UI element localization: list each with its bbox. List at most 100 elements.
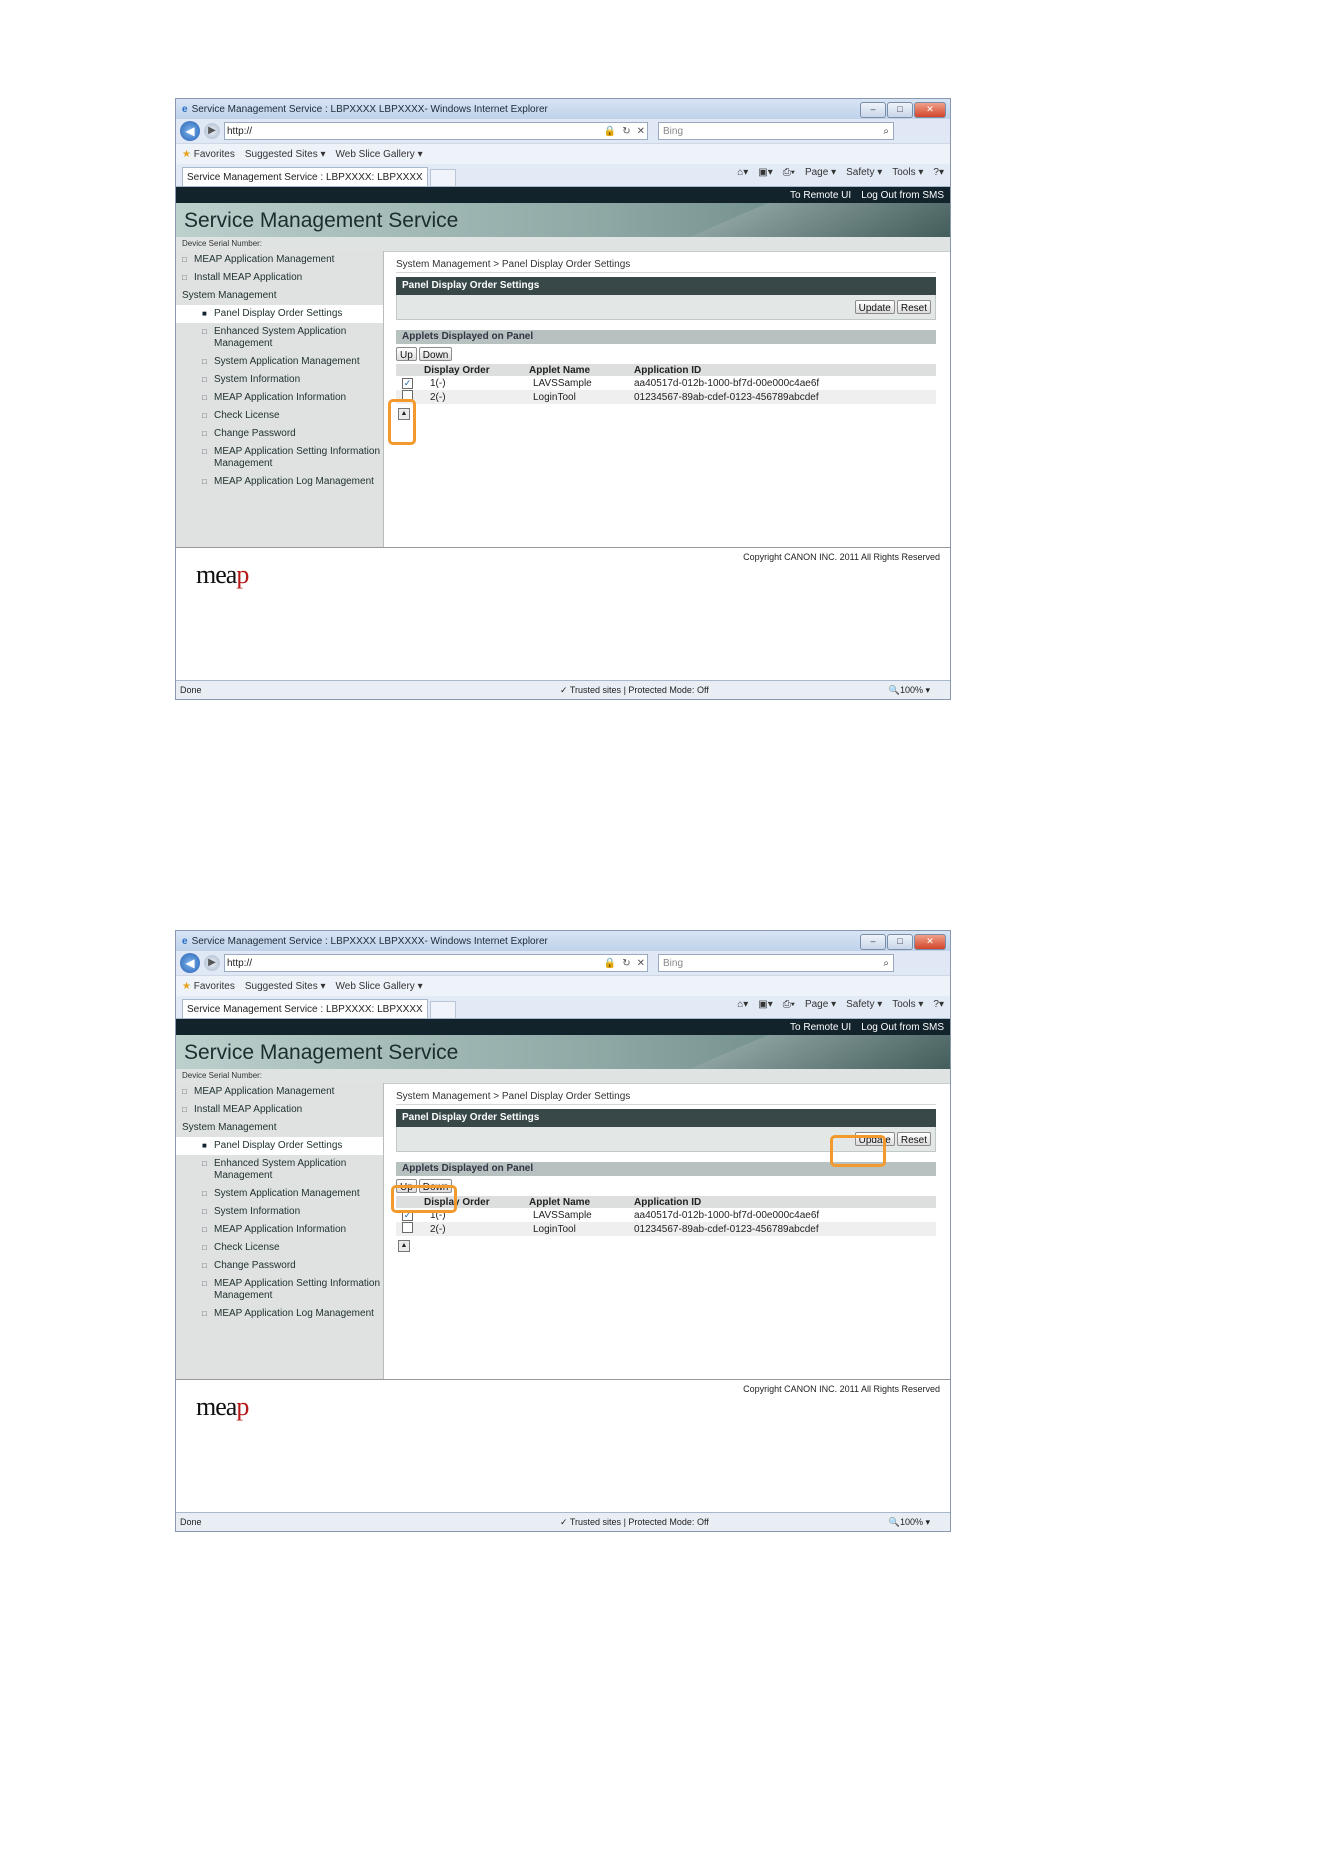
window-title: Service Management Service : LBPXXXX LBP… (191, 935, 548, 947)
favorites-label: Favorites (193, 980, 235, 992)
application-id-cell: 01234567-89ab-cdef-0123-456789abcdef (634, 390, 936, 404)
application-id-cell: 01234567-89ab-cdef-0123-456789abcdef (634, 1222, 936, 1236)
remote-ui-link[interactable]: To Remote UI (790, 190, 851, 201)
remote-ui-link[interactable]: To Remote UI (790, 1022, 851, 1033)
sidebar-item-change-password[interactable]: Change Password (176, 1257, 383, 1275)
row-checkbox[interactable] (402, 1222, 413, 1233)
sidebar-item-install-meap[interactable]: Install MEAP Application (176, 1101, 383, 1119)
help-icon[interactable]: ?▾ (933, 999, 944, 1010)
sidebar-item-log-management[interactable]: MEAP Application Log Management (176, 473, 383, 491)
sidebar-item-setting-info-management[interactable]: MEAP Application Setting Information Man… (176, 443, 383, 473)
sidebar-item-meap-app-management[interactable]: MEAP Application Management (176, 1083, 383, 1101)
table-row[interactable]: ✓ 1(-) LAVSSample aa40517d-012b-1000-bf7… (396, 376, 936, 390)
page-top-icon[interactable]: ▲ (398, 1240, 410, 1252)
favorites-button[interactable]: ★ Favorites (182, 149, 235, 160)
tools-menu[interactable]: Tools ▾ (892, 999, 923, 1010)
sidebar-item-panel-display-order[interactable]: Panel Display Order Settings (176, 1137, 383, 1155)
favorites-button[interactable]: ★ Favorites (182, 981, 235, 992)
sidebar-item-system-information[interactable]: System Information (176, 371, 383, 389)
forward-icon[interactable]: ▶ (204, 955, 220, 971)
new-tab-button[interactable] (430, 1001, 456, 1018)
page-menu[interactable]: Page ▾ (805, 999, 836, 1010)
home-icon[interactable]: ⌂▾ (737, 167, 748, 178)
web-slice-link[interactable]: Web Slice Gallery ▾ (336, 981, 423, 992)
stop-icon[interactable]: ✕ (637, 126, 645, 137)
print-icon[interactable]: ⎙▾ (783, 999, 795, 1010)
breadcrumb: System Management > Panel Display Order … (396, 1091, 936, 1105)
sidebar-item-meap-app-management[interactable]: MEAP Application Management (176, 251, 383, 269)
row-checkbox[interactable]: ✓ (402, 377, 413, 389)
sidebar-item-check-license[interactable]: Check License (176, 407, 383, 425)
maximize-button[interactable]: □ (887, 934, 913, 950)
sidebar-item-change-password[interactable]: Change Password (176, 425, 383, 443)
lock-icon[interactable]: 🔒 (604, 958, 616, 969)
logout-link[interactable]: Log Out from SMS (861, 190, 944, 201)
table-row[interactable]: ✓ 1(-) LAVSSample aa40517d-012b-1000-bf7… (396, 1208, 936, 1222)
help-icon[interactable]: ?▾ (933, 167, 944, 178)
close-button[interactable]: ✕ (914, 102, 946, 118)
sidebar-item-enhanced-system-app[interactable]: Enhanced System Application Management (176, 323, 383, 353)
browser-tab[interactable]: Service Management Service : LBPXXXX: LB… (182, 167, 428, 186)
feeds-icon[interactable]: ▣▾ (758, 167, 772, 178)
new-tab-button[interactable] (430, 169, 456, 186)
refresh-icon[interactable]: ↻ (622, 958, 630, 969)
sidebar-item-setting-info-management[interactable]: MEAP Application Setting Information Man… (176, 1275, 383, 1305)
update-button[interactable]: Update (854, 300, 895, 314)
suggested-sites-link[interactable]: Suggested Sites ▾ (245, 981, 326, 992)
minimize-button[interactable]: – (860, 934, 886, 950)
back-icon[interactable]: ◀ (180, 121, 200, 141)
banner-decoration (690, 1035, 950, 1069)
address-text[interactable]: http:// (227, 126, 252, 137)
back-icon[interactable]: ◀ (180, 953, 200, 973)
sidebar-item-system-app-management[interactable]: System Application Management (176, 353, 383, 371)
lock-icon[interactable]: 🔒 (604, 126, 616, 137)
zoom-control[interactable]: 🔍100% ▾ (889, 1517, 930, 1528)
sidebar-item-system-information[interactable]: System Information (176, 1203, 383, 1221)
sidebar-item-system-app-management[interactable]: System Application Management (176, 1185, 383, 1203)
reset-button[interactable]: Reset (896, 300, 931, 314)
table-row[interactable]: 2(-) LoginTool 01234567-89ab-cdef-0123-4… (396, 390, 936, 404)
table-row[interactable]: 2(-) LoginTool 01234567-89ab-cdef-0123-4… (396, 1222, 936, 1236)
sidebar-item-check-license[interactable]: Check License (176, 1239, 383, 1257)
sidebar-item-log-management[interactable]: MEAP Application Log Management (176, 1305, 383, 1323)
address-bar[interactable]: http:// 🔒 ↻ ✕ (224, 954, 648, 972)
reset-button[interactable]: Reset (896, 1132, 931, 1146)
search-box[interactable]: Bing ⌕ (658, 954, 894, 972)
minimize-button[interactable]: – (860, 102, 886, 118)
search-placeholder[interactable]: Bing (663, 126, 683, 137)
search-icon[interactable]: ⌕ (883, 126, 889, 137)
web-slice-link[interactable]: Web Slice Gallery ▾ (336, 149, 423, 160)
print-icon[interactable]: ⎙▾ (783, 167, 795, 178)
tools-menu[interactable]: Tools ▾ (892, 167, 923, 178)
address-text[interactable]: http:// (227, 958, 252, 969)
meap-logo: meap (196, 560, 249, 590)
close-button[interactable]: ✕ (914, 934, 946, 950)
zoom-control[interactable]: 🔍100% ▾ (889, 685, 930, 696)
feeds-icon[interactable]: ▣▾ (758, 999, 772, 1010)
browser-tab[interactable]: Service Management Service : LBPXXXX: LB… (182, 999, 428, 1018)
refresh-icon[interactable]: ↻ (622, 126, 630, 137)
status-text: Done (180, 1517, 202, 1527)
display-order-cell: 1(-) (424, 376, 529, 390)
address-bar[interactable]: http:// 🔒 ↻ ✕ (224, 122, 648, 140)
sidebar-item-meap-app-information[interactable]: MEAP Application Information (176, 1221, 383, 1239)
down-button[interactable]: Down (418, 347, 453, 361)
sidebar-item-panel-display-order[interactable]: Panel Display Order Settings (176, 305, 383, 323)
up-button[interactable]: Up (396, 347, 417, 361)
suggested-sites-link[interactable]: Suggested Sites ▾ (245, 149, 326, 160)
search-placeholder[interactable]: Bing (663, 958, 683, 969)
safety-menu[interactable]: Safety ▾ (846, 167, 882, 178)
sidebar-item-install-meap[interactable]: Install MEAP Application (176, 269, 383, 287)
safety-menu[interactable]: Safety ▾ (846, 999, 882, 1010)
logo-text: mea (196, 1392, 237, 1421)
logout-link[interactable]: Log Out from SMS (861, 1022, 944, 1033)
forward-icon[interactable]: ▶ (204, 123, 220, 139)
stop-icon[interactable]: ✕ (637, 958, 645, 969)
search-box[interactable]: Bing ⌕ (658, 122, 894, 140)
search-icon[interactable]: ⌕ (883, 958, 889, 969)
sidebar-item-enhanced-system-app[interactable]: Enhanced System Application Management (176, 1155, 383, 1185)
home-icon[interactable]: ⌂▾ (737, 999, 748, 1010)
sidebar-item-meap-app-information[interactable]: MEAP Application Information (176, 389, 383, 407)
maximize-button[interactable]: □ (887, 102, 913, 118)
page-menu[interactable]: Page ▾ (805, 167, 836, 178)
